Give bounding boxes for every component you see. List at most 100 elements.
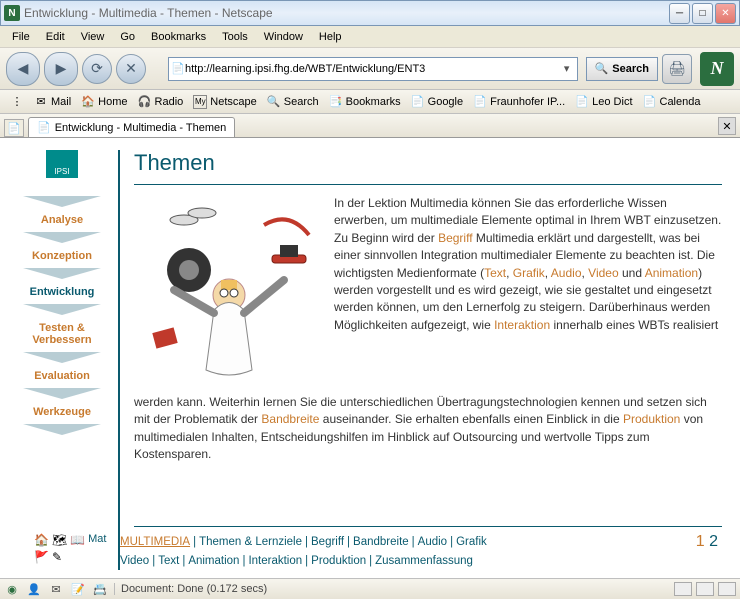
bm-bookmarks[interactable]: 📑Bookmarks <box>325 93 405 111</box>
map-icon[interactable]: 🗺 <box>52 533 67 547</box>
page-icon: 📄 <box>643 95 657 109</box>
bm-search[interactable]: 🔍Search <box>263 93 323 111</box>
bm-calendar[interactable]: 📄Calenda <box>639 93 705 111</box>
tab-close-button[interactable]: ✕ <box>718 117 736 135</box>
link-interaktion[interactable]: Interaktion <box>494 318 550 332</box>
mat-link[interactable]: Mat <box>88 533 106 547</box>
footer-link-interaktion[interactable]: Interaktion <box>248 555 302 567</box>
link-video[interactable]: Video <box>588 266 618 280</box>
menu-bookmarks[interactable]: Bookmarks <box>145 29 212 45</box>
status-text: Document: Done (0.172 secs) <box>114 583 668 595</box>
home-icon: 🏠 <box>81 95 95 109</box>
bm-mail[interactable]: ✉Mail <box>30 93 75 111</box>
window-titlebar: N Entwicklung - Multimedia - Themen - Ne… <box>0 0 740 26</box>
bm-google[interactable]: 📄Google <box>407 93 467 111</box>
flag-icon[interactable]: 🚩 <box>34 550 49 564</box>
footer-link-animation[interactable]: Animation <box>188 555 239 567</box>
composer-icon[interactable]: 📝 <box>70 581 86 597</box>
menu-file[interactable]: File <box>6 29 36 45</box>
chevron-down-icon <box>21 304 103 316</box>
page-next[interactable]: 2 <box>709 533 718 550</box>
menu-go[interactable]: Go <box>114 29 141 45</box>
url-bar[interactable]: 📄 ▾ <box>168 57 578 81</box>
back-button[interactable]: ◀ <box>6 52 40 86</box>
sidebar-item-analyse[interactable]: Analyse <box>21 208 103 232</box>
bookmark-icon[interactable]: 📄 <box>171 62 185 75</box>
link-audio[interactable]: Audio <box>551 266 582 280</box>
menu-edit[interactable]: Edit <box>40 29 71 45</box>
close-button[interactable]: ✕ <box>715 3 736 24</box>
tab-icon: 📄 <box>37 121 51 134</box>
security-indicator[interactable] <box>674 582 692 596</box>
tab-bar: 📄 📄 Entwicklung - Multimedia - Themen ✕ <box>0 114 740 138</box>
footer-link-audio[interactable]: Audio <box>418 536 447 548</box>
bm-leo[interactable]: 📄Leo Dict <box>571 93 636 111</box>
minimize-button[interactable]: ─ <box>669 3 690 24</box>
forward-button[interactable]: ▶ <box>44 52 78 86</box>
footer-rule <box>134 526 722 527</box>
tab-label: Entwicklung - Multimedia - Themen <box>55 122 227 134</box>
link-grafik[interactable]: Grafik <box>513 266 545 280</box>
reload-button[interactable]: ⟳ <box>82 54 112 84</box>
cookie-indicator[interactable] <box>718 582 736 596</box>
search-button[interactable]: 🔍 Search <box>586 57 658 81</box>
new-tab-button[interactable]: 📄 <box>4 119 24 137</box>
sidebar-item-konzeption[interactable]: Konzeption <box>21 244 103 268</box>
ipsi-logo: IPSI <box>46 150 78 178</box>
page-content: IPSI Analyse Konzeption Entwicklung Testen … <box>0 138 740 578</box>
footer-link-text[interactable]: Text <box>158 555 179 567</box>
link-animation[interactable]: Animation <box>645 266 698 280</box>
address-icon[interactable]: 📇 <box>92 581 108 597</box>
chevron-down-icon <box>21 352 103 364</box>
link-bandbreite[interactable]: Bandbreite <box>261 412 319 426</box>
pager: 1 2 <box>696 533 722 551</box>
menu-tools[interactable]: Tools <box>216 29 254 45</box>
bookmarks-handle[interactable]: ⋮ <box>6 93 28 111</box>
stop-button[interactable]: ✕ <box>116 54 146 84</box>
tab-active[interactable]: 📄 Entwicklung - Multimedia - Themen <box>28 117 235 137</box>
footer-link-grafik[interactable]: Grafik <box>456 536 487 548</box>
aim-icon[interactable]: 👤 <box>26 581 42 597</box>
book-icon[interactable]: 📖 <box>70 533 85 547</box>
footer-link-zusammenfassung[interactable]: Zusammenfassung <box>375 555 473 567</box>
footer-link-bandbreite[interactable]: Bandbreite <box>353 536 409 548</box>
edit-icon[interactable]: ✎ <box>52 550 62 564</box>
footer-link-produktion[interactable]: Produktion <box>311 555 366 567</box>
my-icon: My <box>193 95 207 109</box>
search-icon: 🔍 <box>595 62 609 75</box>
print-button[interactable]: 🖨 <box>662 54 692 84</box>
footer-link-video[interactable]: Video <box>120 555 149 567</box>
footer-link-multimedia[interactable]: MULTIMEDIA <box>120 536 190 548</box>
menu-view[interactable]: View <box>75 29 111 45</box>
menu-help[interactable]: Help <box>313 29 348 45</box>
url-input[interactable] <box>185 58 559 80</box>
footer-link-begriff[interactable]: Begriff <box>311 536 344 548</box>
home-icon[interactable]: 🏠 <box>34 533 49 547</box>
sidebar-item-werkzeuge[interactable]: Werkzeuge <box>21 400 103 424</box>
bm-netscape[interactable]: MyNetscape <box>189 93 260 111</box>
chevron-down-icon <box>21 196 103 208</box>
url-dropdown-icon[interactable]: ▾ <box>559 62 575 75</box>
bm-radio[interactable]: 🎧Radio <box>134 93 188 111</box>
bm-fraunhofer[interactable]: 📄Fraunhofer IP... <box>469 93 569 111</box>
menu-window[interactable]: Window <box>258 29 309 45</box>
bm-home[interactable]: 🏠Home <box>77 93 131 111</box>
mail-status-icon[interactable]: ✉ <box>48 581 64 597</box>
netscape-icon[interactable]: ◉ <box>4 581 20 597</box>
chevron-down-icon <box>21 388 103 400</box>
page-icon: 📄 <box>473 95 487 109</box>
footer-links: MULTIMEDIA|Themen & Lernziele|Begriff|Ba… <box>120 533 696 570</box>
maximize-button[interactable]: □ <box>692 3 713 24</box>
status-bar: ◉ 👤 ✉ 📝 📇 Document: Done (0.172 secs) <box>0 578 740 599</box>
sidebar-item-evaluation[interactable]: Evaluation <box>21 364 103 388</box>
netscape-logo: N <box>700 52 734 86</box>
link-begriff[interactable]: Begriff <box>438 231 472 245</box>
connection-indicator[interactable] <box>696 582 714 596</box>
nav-toolbar: ◀ ▶ ⟳ ✕ 📄 ▾ 🔍 Search 🖨 N <box>0 48 740 90</box>
sidebar-item-testen-verbessern[interactable]: Testen & Verbessern <box>21 316 103 352</box>
page-current: 1 <box>696 533 705 550</box>
link-produktion[interactable]: Produktion <box>623 412 680 426</box>
sidebar-item-entwicklung[interactable]: Entwicklung <box>21 280 103 304</box>
footer-link-themen-lernziele[interactable]: Themen & Lernziele <box>199 536 302 548</box>
link-text[interactable]: Text <box>484 266 506 280</box>
